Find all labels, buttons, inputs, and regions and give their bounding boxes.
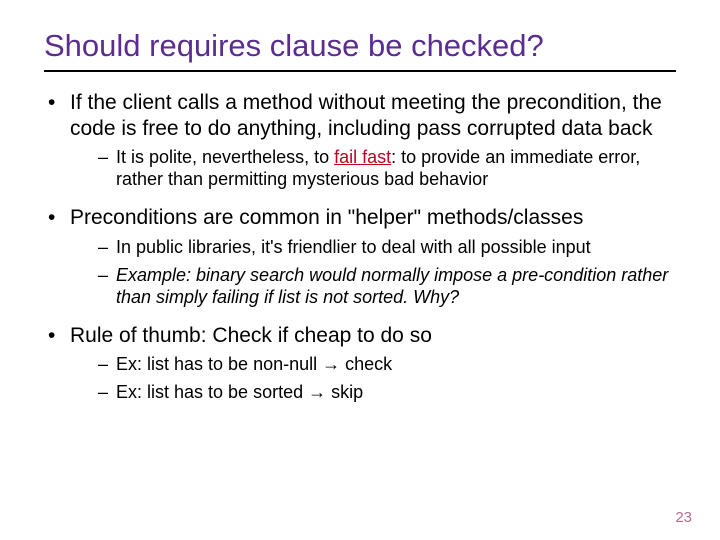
bullet-2-2-text: Example: binary search would normally im… [116, 265, 668, 307]
bullet-list: If the client calls a method without mee… [44, 90, 676, 404]
slide-title: Should requires clause be checked? [44, 28, 676, 64]
bullet-2-text: Preconditions are common in "helper" met… [70, 206, 583, 229]
bullet-3-1: Ex: list has to be non-null → check [70, 354, 676, 376]
bullet-1-sublist: It is polite, nevertheless, to fail fast… [70, 147, 676, 191]
title-rule [44, 70, 676, 72]
bullet-3-1-text: Ex: list has to be non-null → check [116, 354, 392, 374]
bullet-1: If the client calls a method without mee… [44, 90, 676, 191]
bullet-1-1: It is polite, nevertheless, to fail fast… [70, 147, 676, 191]
bullet-2-1-text: In public libraries, it's friendlier to … [116, 237, 591, 257]
bullet-2: Preconditions are common in "helper" met… [44, 205, 676, 308]
bullet-3-text: Rule of thumb: Check if cheap to do so [70, 324, 432, 347]
bullet-2-2: Example: binary search would normally im… [70, 265, 676, 309]
bullet-3: Rule of thumb: Check if cheap to do so E… [44, 323, 676, 405]
bullet-1-text: If the client calls a method without mee… [70, 91, 662, 140]
fail-fast-text: fail fast [334, 147, 391, 167]
bullet-3-2-text: Ex: list has to be sorted → skip [116, 382, 363, 402]
page-number: 23 [675, 509, 692, 526]
bullet-3-2: Ex: list has to be sorted → skip [70, 382, 676, 404]
slide: Should requires clause be checked? If th… [0, 0, 720, 540]
bullet-2-sublist: In public libraries, it's friendlier to … [70, 237, 676, 309]
bullet-3-sublist: Ex: list has to be non-null → check Ex: … [70, 354, 676, 404]
bullet-1-1-pre: It is polite, nevertheless, to [116, 147, 334, 167]
bullet-2-1: In public libraries, it's friendlier to … [70, 237, 676, 259]
